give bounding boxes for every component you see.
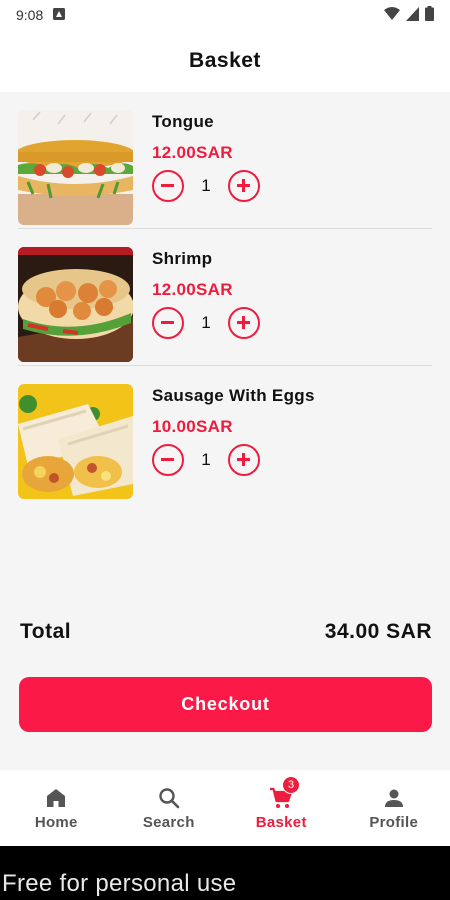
status-bar: 9:08 bbox=[0, 0, 450, 30]
item-name: Sausage With Eggs bbox=[152, 386, 315, 405]
app-header: Basket bbox=[0, 30, 450, 92]
item-price: 12.00SAR bbox=[152, 143, 233, 162]
decrease-quantity-button[interactable] bbox=[152, 444, 184, 476]
item-price: 12.00SAR bbox=[152, 280, 233, 299]
battery-icon bbox=[425, 6, 434, 24]
increase-quantity-button[interactable] bbox=[228, 307, 260, 339]
nav-item-profile[interactable]: Profile bbox=[338, 770, 450, 846]
page-title: Basket bbox=[189, 49, 261, 72]
decrease-quantity-button[interactable] bbox=[152, 307, 184, 339]
signal-icon bbox=[406, 6, 419, 24]
notification-icon bbox=[53, 7, 66, 23]
nav-label-basket: Basket bbox=[255, 814, 307, 831]
basket-item: Shrimp 12.00SAR 1 bbox=[18, 229, 432, 366]
total-label: Total bbox=[20, 620, 72, 643]
item-name: Tongue bbox=[152, 112, 214, 131]
cart-count-badge: 3 bbox=[282, 776, 300, 794]
person-icon bbox=[384, 789, 403, 807]
quantity-value: 1 bbox=[201, 450, 211, 469]
watermark-text: Free for personal use bbox=[2, 870, 237, 897]
item-price: 10.00SAR bbox=[152, 417, 233, 436]
quantity-stepper: 1 bbox=[152, 170, 260, 202]
basket-item: Tongue 12.00SAR 1 bbox=[18, 92, 432, 229]
status-time: 9:08 bbox=[16, 7, 44, 23]
wifi-icon bbox=[384, 6, 400, 24]
quantity-value: 1 bbox=[201, 176, 211, 195]
decrease-quantity-button[interactable] bbox=[152, 170, 184, 202]
item-name: Shrimp bbox=[152, 249, 213, 268]
nav-item-search[interactable]: Search bbox=[113, 770, 226, 846]
quantity-stepper: 1 bbox=[152, 444, 260, 476]
nav-item-home[interactable]: Home bbox=[0, 770, 113, 846]
item-image-shrimp bbox=[18, 247, 133, 362]
home-icon bbox=[47, 789, 66, 807]
watermark-bar: Free for personal use bbox=[0, 846, 450, 900]
quantity-value: 1 bbox=[201, 313, 211, 332]
total-row: Total 34.00 SAR bbox=[20, 620, 432, 644]
quantity-stepper: 1 bbox=[152, 307, 260, 339]
nav-label-home: Home bbox=[34, 814, 78, 831]
bottom-nav: Home Search 3 Basket Profile bbox=[0, 770, 450, 846]
item-image-tongue bbox=[18, 110, 133, 225]
increase-quantity-button[interactable] bbox=[228, 170, 260, 202]
nav-label-search: Search bbox=[142, 814, 195, 831]
nav-item-basket[interactable]: 3 Basket bbox=[225, 770, 338, 846]
basket-item: Sausage With Eggs 10.00SAR 1 bbox=[18, 366, 432, 503]
search-icon bbox=[159, 788, 180, 809]
increase-quantity-button[interactable] bbox=[228, 444, 260, 476]
nav-label-profile: Profile bbox=[369, 814, 419, 831]
item-image-sausage-with-eggs bbox=[18, 384, 133, 499]
total-value: 34.00 SAR bbox=[324, 620, 432, 643]
checkout-button[interactable]: Checkout bbox=[19, 677, 432, 732]
